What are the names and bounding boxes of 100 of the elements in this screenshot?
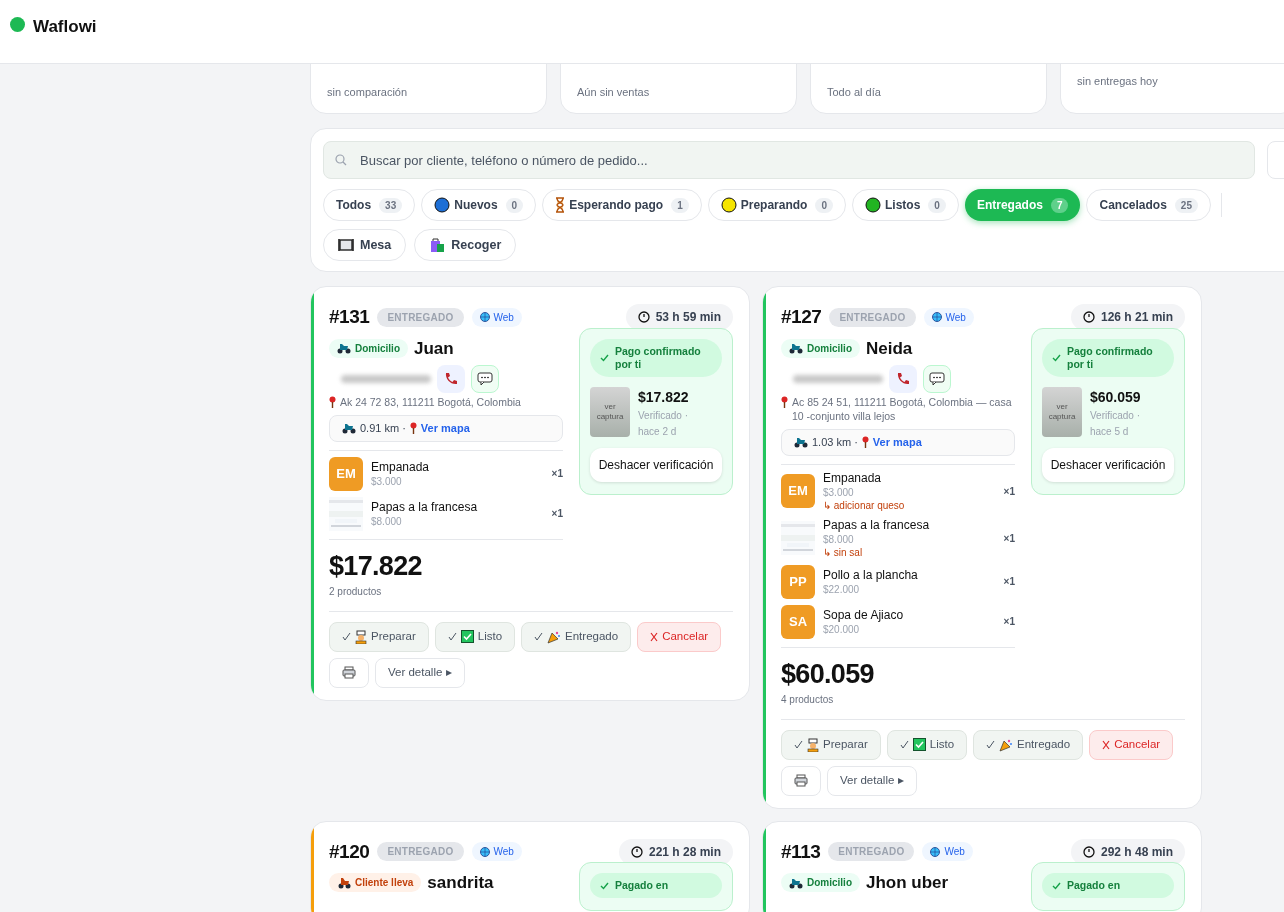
circle-icon: [720, 197, 737, 213]
check-icon: [342, 632, 351, 641]
message-icon: [477, 372, 493, 386]
check-icon: [899, 740, 909, 749]
print-button[interactable]: [781, 765, 821, 796]
undo-verification-button[interactable]: Deshacer verificación: [1042, 447, 1174, 482]
hourglass-icon: [555, 197, 566, 213]
distance-text: 1.03 km ·: [812, 435, 858, 450]
cancel-button[interactable]: Cancelar: [637, 621, 722, 652]
filter-chip[interactable]: Cancelados 25: [1086, 189, 1211, 221]
message-button[interactable]: [923, 365, 951, 393]
filter-chip[interactable]: Nuevos 0: [421, 189, 537, 221]
globe-icon: [479, 312, 490, 323]
print-button[interactable]: [329, 657, 369, 688]
cross-icon: [650, 631, 659, 642]
check-icon: [600, 353, 609, 362]
item-price: $8.000: [823, 532, 855, 546]
item-name: Sopa de Ajiaco: [823, 607, 905, 623]
order-total: $17.822: [329, 549, 423, 582]
delivery-badge: Domicilio: [781, 338, 860, 358]
status-badge: ENTREGADO: [377, 307, 464, 327]
search-icon: [335, 154, 347, 166]
cancel-button[interactable]: Cancelar: [1089, 729, 1174, 760]
order-number: #131: [329, 305, 370, 329]
check-icon: [794, 740, 803, 749]
checkbox-icon: [460, 630, 474, 643]
status-button[interactable]: Listo: [434, 621, 516, 652]
filter-chip[interactable]: Esperando pago 1: [542, 189, 702, 221]
item-quantity: ×1: [1003, 615, 1015, 629]
count-badge: 33: [379, 197, 403, 213]
status-badge: ENTREGADO: [377, 842, 464, 862]
item-price: $20.000: [823, 622, 861, 636]
bag-icon: [429, 237, 446, 253]
filter-chip[interactable]: Todos 33: [323, 189, 416, 221]
receipt-thumbnail[interactable]: ver captura: [1042, 386, 1082, 437]
payment-status: Pagado en: [590, 873, 722, 898]
globe-icon: [930, 846, 941, 857]
elapsed-time: 126 h 21 min: [1070, 304, 1185, 331]
checkbox-icon: [912, 738, 926, 751]
customer-name: Jhon uber: [866, 872, 949, 894]
elapsed-time: 221 h 28 min: [618, 838, 733, 865]
order-number: #127: [781, 305, 822, 329]
pin-icon: [861, 436, 869, 449]
address-text: Ak 24 72 83, 111211 Bogotá, Colombia: [340, 395, 521, 409]
cook-icon: [807, 737, 819, 752]
order-total: $60.059: [781, 657, 875, 690]
delivery-person-icon: [337, 876, 351, 889]
channel-badge: Web: [471, 307, 522, 327]
address-text: Ac 85 24 51, 111211 Bogotá, Colombia — casa 10 -conjunto villa lejos: [792, 395, 1013, 423]
check-icon: [986, 740, 996, 749]
item-name: Pollo a la plancha: [823, 567, 919, 583]
product-count: 2 productos: [329, 584, 383, 599]
payment-status: Pago confirmado por ti: [1042, 338, 1174, 377]
message-button[interactable]: [471, 365, 499, 393]
status-button[interactable]: Listo: [886, 729, 968, 760]
distance-text: 0.91 km ·: [360, 421, 406, 436]
count-badge: 0: [928, 197, 946, 213]
party-popper-icon: [999, 737, 1014, 752]
pin-icon: [409, 422, 417, 435]
check-icon: [534, 632, 544, 641]
pin-icon: [329, 396, 336, 408]
party-popper-icon: [547, 629, 562, 644]
check-icon: [600, 881, 609, 890]
cross-icon: [1102, 739, 1111, 750]
status-button[interactable]: Preparar: [781, 729, 881, 760]
globe-icon: [479, 846, 490, 857]
item-avatar: EM: [329, 456, 363, 491]
map-link[interactable]: Ver mapa: [420, 420, 470, 437]
receipt-thumbnail[interactable]: ver captura: [590, 386, 630, 437]
order-number: #120: [329, 839, 370, 864]
detail-button[interactable]: Ver detalle ▸: [375, 657, 465, 688]
count-badge: 0: [815, 197, 833, 213]
status-badge: ENTREGADO: [828, 842, 915, 862]
search-field[interactable]: Buscar por cliente, teléfono o número de pedido...: [323, 141, 1256, 179]
item-price: $8.000: [371, 514, 403, 528]
detail-button[interactable]: Ver detalle ▸: [827, 765, 917, 796]
filter-chip[interactable]: Preparando 0: [707, 189, 846, 221]
filter-chip[interactable]: Listos 0: [852, 189, 959, 221]
phone-icon: [896, 372, 910, 386]
undo-verification-button[interactable]: Deshacer verificación: [590, 447, 722, 482]
scooter-icon: [789, 342, 803, 355]
status-button[interactable]: Entregado: [973, 729, 1084, 760]
item-price: $22.000: [823, 582, 861, 596]
status-button[interactable]: Entregado: [521, 621, 632, 652]
item-price: $3.000: [823, 485, 855, 499]
call-button[interactable]: [889, 365, 917, 393]
item-name: Empanada: [823, 470, 883, 486]
check-icon: [447, 632, 457, 641]
verified-text: Verificado · hace 5 d: [1090, 408, 1142, 439]
stat-caption: sin comparación: [327, 84, 409, 100]
map-link[interactable]: Ver mapa: [872, 434, 922, 451]
filter-chip[interactable]: Mesa: [323, 229, 407, 261]
item-avatar: EM: [781, 474, 815, 508]
call-button[interactable]: [437, 365, 465, 393]
item-name: Papas a la francesa: [371, 499, 479, 515]
cook-icon: [355, 629, 367, 644]
elapsed-time: 292 h 48 min: [1070, 838, 1185, 865]
item-quantity: ×1: [551, 507, 563, 521]
status-button[interactable]: Preparar: [329, 621, 429, 652]
filter-chip[interactable]: Recoger: [414, 229, 517, 261]
